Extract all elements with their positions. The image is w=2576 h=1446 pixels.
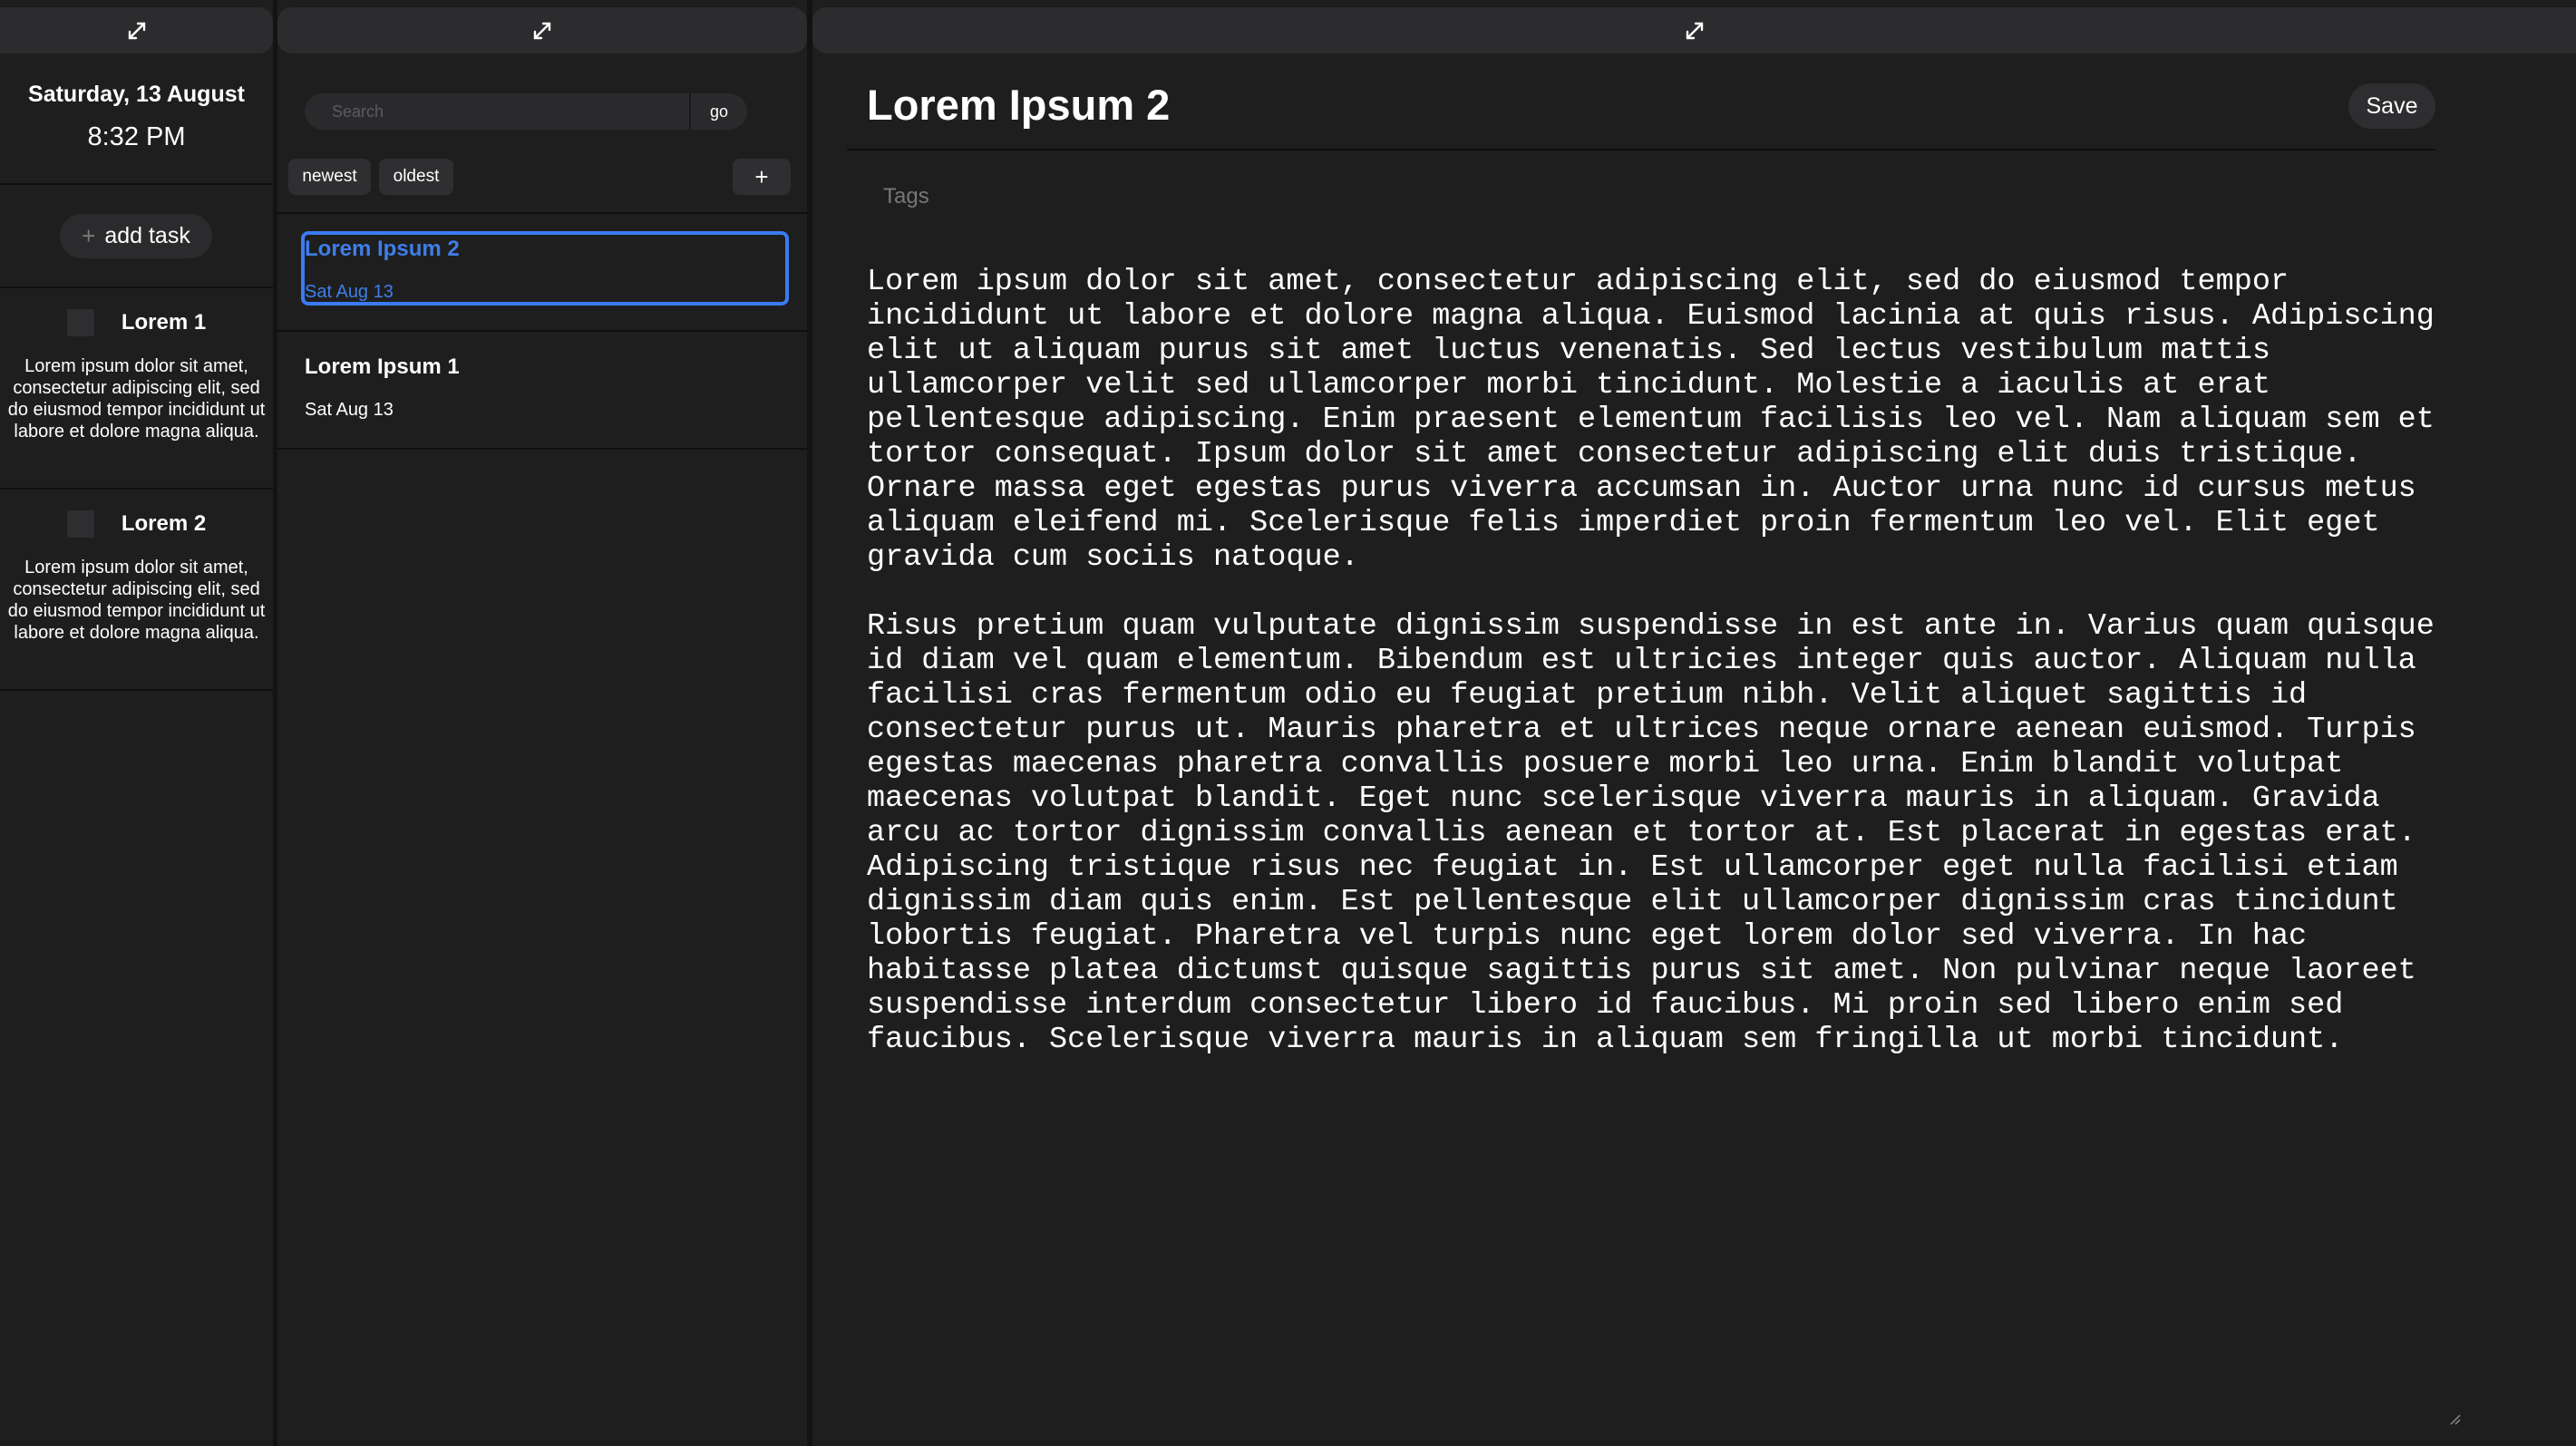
current-time: 8:32 PM xyxy=(87,122,186,151)
note-editor-panel: Lorem Ipsum 2 Save Lorem ipsum dolor sit… xyxy=(812,0,2576,1446)
note-item-title: Lorem Ipsum 1 xyxy=(305,354,460,379)
notes-list-panel: go newest oldest + Lorem Ipsum 2 Sat Aug… xyxy=(277,0,807,1446)
divider xyxy=(0,689,273,691)
save-button[interactable]: Save xyxy=(2348,83,2435,129)
search-bar: go xyxy=(305,93,747,130)
add-task-button[interactable]: + add task xyxy=(60,214,212,258)
divider xyxy=(0,488,273,490)
note-body-textarea[interactable]: Lorem ipsum dolor sit amet, consectetur … xyxy=(867,265,2449,1092)
plus-icon: + xyxy=(82,222,96,249)
editor-expand-bar[interactable] xyxy=(812,7,2576,53)
task-item: Lorem 2 Lorem ipsum dolor sit amet, cons… xyxy=(0,506,273,644)
search-go-button[interactable]: go xyxy=(689,93,747,130)
tags-input[interactable] xyxy=(881,181,1697,212)
note-paragraph: Risus pretium quam vulputate dignissim s… xyxy=(867,609,2435,1057)
note-item-title: Lorem Ipsum 2 xyxy=(305,237,460,261)
divider xyxy=(847,149,2435,150)
note-paragraph: Lorem ipsum dolor sit amet, consectetur … xyxy=(867,265,2435,575)
note-item-date: Sat Aug 13 xyxy=(305,400,394,420)
note-title-heading[interactable]: Lorem Ipsum 2 xyxy=(867,80,1170,130)
expand-diagonal-icon[interactable] xyxy=(532,21,552,41)
task-title: Lorem 2 xyxy=(121,511,207,536)
divider xyxy=(0,183,273,185)
resize-handle-icon[interactable] xyxy=(2448,1412,2461,1425)
notes-panel-expand-bar[interactable] xyxy=(277,7,807,53)
note-list-item[interactable]: Lorem Ipsum 1 Sat Aug 13 xyxy=(277,331,807,449)
new-note-button[interactable]: + xyxy=(733,159,791,195)
divider xyxy=(0,286,273,288)
task-description: Lorem ipsum dolor sit amet, consectetur … xyxy=(7,558,266,643)
add-task-label: add task xyxy=(104,223,190,248)
search-input[interactable] xyxy=(305,93,689,130)
sort-oldest-button[interactable]: oldest xyxy=(379,159,453,195)
task-description: Lorem ipsum dolor sit amet, consectetur … xyxy=(7,356,266,442)
expand-diagonal-icon[interactable] xyxy=(1685,21,1705,41)
sort-newest-button[interactable]: newest xyxy=(288,159,371,195)
note-item-date: Sat Aug 13 xyxy=(305,282,394,302)
task-panel: Saturday, 13 August 8:32 PM + add task L… xyxy=(0,0,273,1446)
current-date: Saturday, 13 August xyxy=(28,82,245,107)
task-title: Lorem 1 xyxy=(121,310,207,335)
divider xyxy=(277,212,807,214)
task-checkbox[interactable] xyxy=(66,309,94,336)
divider xyxy=(277,448,807,450)
task-panel-expand-bar[interactable] xyxy=(0,7,273,53)
task-checkbox[interactable] xyxy=(66,510,94,538)
note-list-item-selected[interactable]: Lorem Ipsum 2 Sat Aug 13 xyxy=(277,231,807,308)
date-time-block: Saturday, 13 August 8:32 PM xyxy=(0,82,273,152)
task-item: Lorem 1 Lorem ipsum dolor sit amet, cons… xyxy=(0,305,273,442)
expand-diagonal-icon[interactable] xyxy=(127,21,147,41)
